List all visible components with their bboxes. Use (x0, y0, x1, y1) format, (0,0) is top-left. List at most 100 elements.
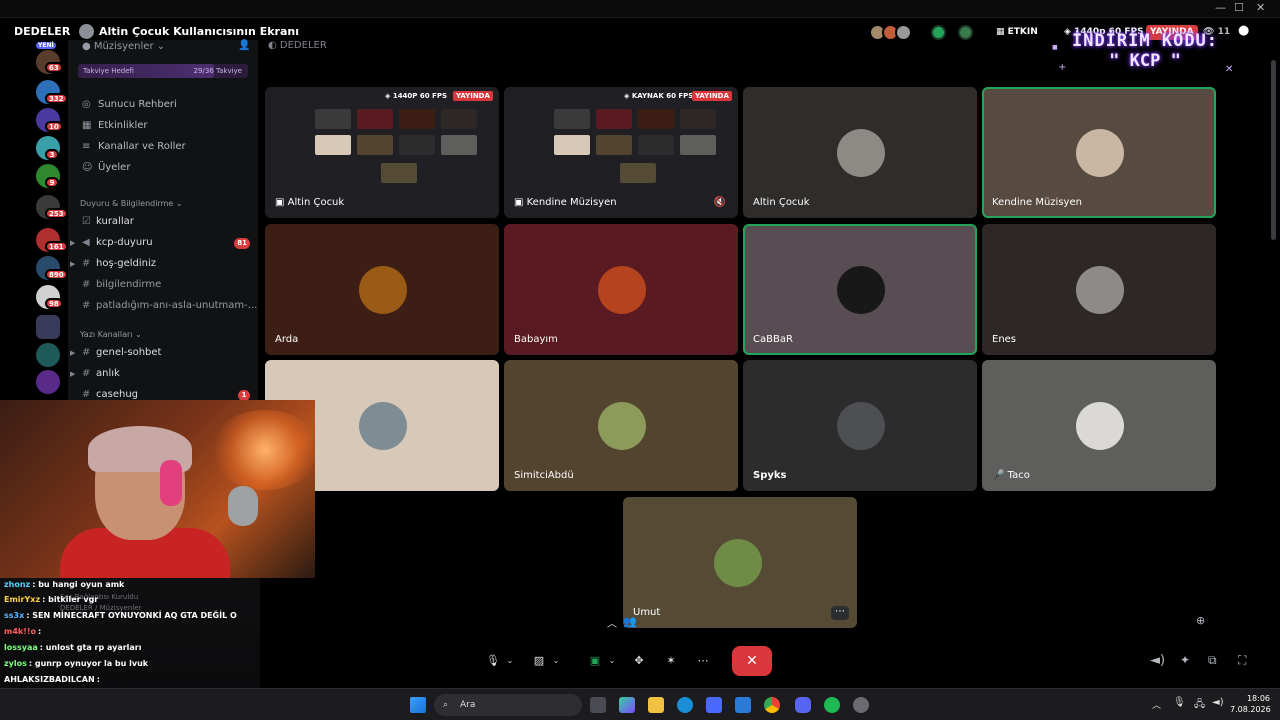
spotify-icon[interactable] (824, 697, 840, 713)
participant-tile[interactable]: Kendine Müzisyen (982, 87, 1216, 218)
chevron-down-icon[interactable]: ⌄ (606, 650, 618, 672)
close-icon[interactable]: ✕ (1256, 1, 1265, 14)
activity-icon[interactable] (931, 25, 946, 40)
channel-anlik[interactable]: ▶ # anlık (70, 368, 120, 379)
avatar (1076, 129, 1124, 177)
avatar (837, 129, 885, 177)
category-text-channels[interactable]: Yazı Kanalları ⌄ (80, 330, 142, 339)
search-icon: ⌕ (443, 700, 449, 710)
volume-icon[interactable]: ◄) (1150, 653, 1165, 668)
participant-tile[interactable]: CaBBaR (743, 224, 977, 355)
etkin-badge[interactable]: ▦ ETKIN (996, 25, 1038, 40)
mail-icon[interactable] (735, 697, 751, 713)
windows-start-icon[interactable] (410, 697, 426, 713)
activities-icon[interactable]: ✥ (628, 650, 650, 672)
chevron-right-icon: ▶ (70, 239, 76, 247)
zoom-icon[interactable]: ⊕ (1196, 614, 1205, 627)
participant-tile[interactable]: Umut ⋯ (623, 497, 857, 628)
hash-icon: # (82, 368, 91, 379)
webcam-overlay (0, 400, 320, 578)
leave-call-button[interactable]: ✕ (732, 646, 772, 676)
task-view-icon[interactable] (590, 697, 606, 713)
nav-events[interactable]: ▦ Etkinlikler (82, 120, 148, 131)
server-badge: 10 (45, 121, 63, 132)
microphone-tray-icon[interactable]: 🎙 (1173, 697, 1186, 708)
network-icon[interactable]: 🖧 (1194, 697, 1205, 714)
file-explorer-icon[interactable] (648, 697, 664, 713)
fullscreen-icon[interactable]: ⛶ (1238, 653, 1246, 668)
participant-avatars[interactable] (869, 24, 917, 42)
activity-icon-2[interactable] (958, 25, 973, 40)
participant-tile[interactable]: Arda (265, 224, 499, 355)
stage-header: ◐ DEDELER (268, 40, 327, 51)
microphone-icon (228, 486, 258, 526)
discord-icon[interactable] (795, 697, 811, 713)
chat-bubble-icon[interactable]: ● (1238, 23, 1249, 38)
sparkle-icon: + (1058, 62, 1067, 73)
channel-bilgilendirme[interactable]: # bilgilendirme (70, 279, 161, 290)
headset-icon (160, 460, 182, 506)
chevron-up-icon[interactable]: ︿ (607, 615, 617, 630)
channel-hos-geldiniz[interactable]: ▶ # hoş-geldiniz (70, 258, 156, 269)
participant-tile[interactable]: SimitciAbdü (504, 360, 738, 491)
channel-sidebar: ● Müzisyenler ⌄ 👤 Takviye Hedefi 29/36 T… (68, 40, 260, 401)
soundboard-icon[interactable]: ✶ (660, 650, 682, 672)
taskbar-search[interactable]: ⌕ Ara (434, 694, 582, 716)
more-icon[interactable]: ⋯ (692, 650, 714, 672)
category-announcements[interactable]: Duyuru & Bilgilendirme ⌄ (80, 199, 183, 208)
minimize-icon[interactable]: — (1215, 1, 1226, 14)
participants-icon[interactable]: 👥 (623, 615, 637, 628)
maximize-icon[interactable]: ☐ (1234, 1, 1244, 14)
copilot-icon[interactable] (619, 697, 635, 713)
server-badge: 161 (45, 241, 68, 252)
participant-tile[interactable]: Altin Çocuk (743, 87, 977, 218)
chevron-down-icon[interactable]: ⌄ (550, 650, 562, 672)
stream-tile[interactable]: ◈ KAYNAK 60 FPS YAYINDA 🔇 ▣ Kendine Müzisye… (504, 87, 738, 218)
participant-tile[interactable]: Spyks (743, 360, 977, 491)
server-icon[interactable] (36, 315, 60, 339)
participant-tile[interactable]: Babayım (504, 224, 738, 355)
server-icon[interactable] (36, 370, 60, 394)
nav-members[interactable]: ☺ Üyeler (82, 162, 130, 173)
channel-kcp-duyuru[interactable]: ▶ ◀ kcp-duyuru 81 (70, 237, 260, 249)
screen-share-icon[interactable]: ▣ (584, 650, 606, 672)
nav-server-guide[interactable]: ◎ Sunucu Rehberi (82, 99, 177, 110)
server-name[interactable]: DEDELER (14, 25, 70, 38)
participant-tile[interactable]: 🎤 Taco (982, 360, 1216, 491)
add-member-icon[interactable]: 👤 (238, 40, 250, 51)
chevron-up-icon[interactable]: ︿ (1152, 698, 1161, 711)
muted-icon[interactable]: 🔇 (714, 197, 726, 208)
nav-channels-roles[interactable]: ≡ Kanallar ve Roller (82, 141, 186, 152)
server-list: YENİ 63 332 10 3 9 253 161 890 98 (28, 40, 68, 400)
boost-progress-bar[interactable]: Takviye Hedefi 29/36 Takviye (78, 64, 248, 78)
camera-off-icon[interactable]: ▨ (528, 650, 550, 672)
server-icon[interactable] (36, 343, 60, 367)
channel-patladigim[interactable]: # patladığım-anı-asla-unutmam-... (70, 300, 257, 311)
chat-message: ss3x: SEN MİNECRAFT OYNUYONKİ AQ GTA DEĞ… (4, 611, 237, 620)
system-clock[interactable]: 18:06 7.08.2026 (1230, 693, 1271, 715)
chat-text: : SEN MİNECRAFT OYNUYONKİ AQ GTA DEĞİL O (26, 611, 237, 620)
chrome-icon[interactable] (764, 697, 780, 713)
stream-tile[interactable]: ◈ 1440P 60 FPS YAYINDA ▣ Altin Çocuk (265, 87, 499, 218)
chevron-down-icon[interactable]: ⌄ (504, 650, 516, 672)
store-icon[interactable] (706, 697, 722, 713)
compass-icon: ◎ (82, 99, 91, 110)
channel-casehug[interactable]: # casehug 1 (70, 389, 260, 401)
scrollbar[interactable] (1271, 60, 1276, 240)
volume-tray-icon[interactable]: ◄) (1212, 697, 1224, 708)
obs-icon[interactable] (853, 697, 869, 713)
grid-icon: ▦ (996, 27, 1008, 37)
promo-line-2: " KCP " (1109, 51, 1181, 71)
channel-kurallar[interactable]: ☑ kurallar (70, 216, 134, 227)
participant-tile[interactable]: Enes (982, 224, 1216, 355)
channel-genel-sohbet[interactable]: ▶ # genel-sohbet (70, 347, 161, 358)
server-subtitle[interactable]: ● Müzisyenler ⌄ (82, 41, 165, 52)
tile-more-icon[interactable]: ⋯ (831, 606, 849, 620)
pin-icon[interactable]: ✦ (1180, 653, 1190, 667)
edge-icon[interactable] (677, 697, 693, 713)
microphone-icon[interactable]: 🎙 (482, 650, 504, 672)
avatar (714, 539, 762, 587)
server-badge: 63 (45, 62, 63, 73)
popout-icon[interactable]: ⧉ (1208, 653, 1217, 668)
hash-icon: # (82, 300, 91, 311)
